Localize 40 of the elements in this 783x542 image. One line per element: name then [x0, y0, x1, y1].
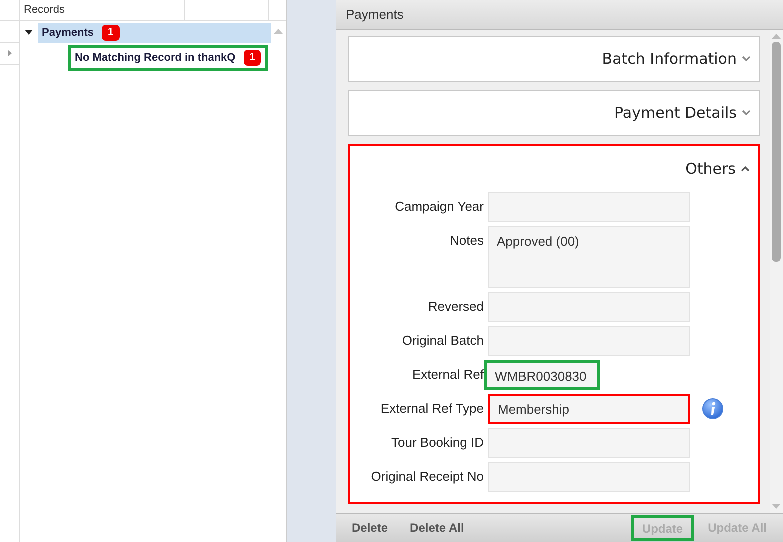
input-field[interactable] — [488, 326, 690, 356]
field-label: Original Batch — [401, 332, 484, 350]
input-field[interactable] — [488, 192, 690, 222]
input-field[interactable] — [488, 292, 690, 322]
row-pointer-icon — [8, 50, 12, 57]
splitter-bar[interactable] — [287, 0, 336, 542]
info-icon[interactable] — [702, 398, 724, 420]
scroll-down-icon[interactable] — [772, 504, 781, 509]
field-label: External Ref — [411, 366, 484, 384]
section-header[interactable]: Payment Details — [349, 91, 759, 135]
input-field[interactable] — [488, 462, 690, 492]
chevron-down-icon — [742, 110, 751, 116]
tree-item-label: Payments — [42, 27, 94, 39]
field-label: Campaign Year — [394, 198, 484, 216]
input-field[interactable]: Membership — [488, 394, 690, 424]
tree-item-label: No Matching Record in thankQ — [75, 52, 236, 64]
field-label: External Ref Type — [380, 400, 484, 418]
text-area[interactable]: Approved (00) — [488, 226, 690, 288]
scrollbar-thumb[interactable] — [772, 42, 781, 262]
scroll-up-icon[interactable] — [772, 34, 781, 39]
collapse-icon[interactable] — [25, 30, 33, 36]
column-header[interactable]: Records — [20, 0, 185, 20]
toolbar-button[interactable]: Delete All — [402, 515, 472, 541]
input-field[interactable]: WMBR0030830 — [484, 360, 600, 390]
field-label: Tour Booking ID — [390, 434, 484, 452]
count-badge: 1 — [244, 50, 262, 66]
section-header[interactable]: Batch Information — [349, 37, 759, 81]
tree-item[interactable]: No Matching Record in thankQ 1 — [68, 45, 268, 71]
chevron-down-icon — [742, 56, 751, 62]
input-field[interactable] — [488, 428, 690, 458]
section-header[interactable]: Others — [350, 146, 758, 192]
toolbar-button[interactable]: Delete — [344, 515, 396, 541]
panel-header: Payments — [336, 0, 783, 30]
field-label: Reversed — [427, 298, 484, 316]
field-label: Notes — [449, 232, 484, 250]
count-badge: 1 — [102, 25, 120, 41]
scroll-up-icon[interactable] — [274, 29, 283, 34]
tree-item[interactable]: Payments 1 — [38, 23, 271, 43]
field-label: Original Receipt No — [370, 468, 484, 486]
chevron-up-icon — [741, 166, 750, 172]
